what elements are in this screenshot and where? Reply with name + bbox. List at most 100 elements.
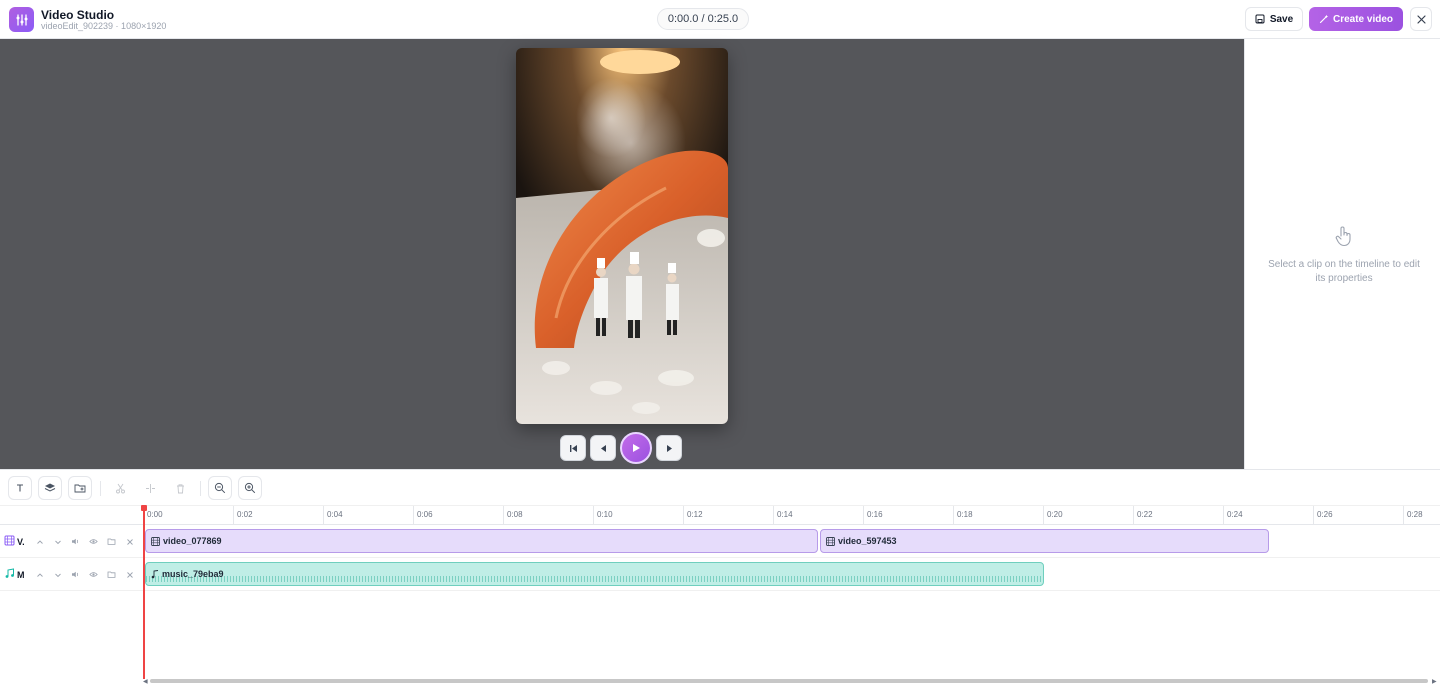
app-logo-icon: [9, 7, 34, 32]
create-video-label: Create video: [1332, 13, 1394, 25]
film-icon: [4, 533, 15, 551]
ruler-tick: 0:02: [233, 506, 253, 525]
scissors-icon: [115, 483, 125, 493]
clip-label: video_597453: [838, 536, 897, 546]
close-button[interactable]: [1410, 7, 1432, 31]
ruler-tick: 0:10: [593, 506, 613, 525]
volume-icon: [72, 538, 79, 545]
properties-panel: Select a clip on the timeline to edit it…: [1244, 39, 1440, 469]
scroll-left-icon[interactable]: ◀: [143, 678, 148, 684]
step-forward-icon: [666, 444, 672, 452]
chevron-down-icon: [54, 540, 61, 544]
volume-icon: [72, 571, 79, 578]
audio-waveform: [146, 576, 1043, 582]
music-track-header: M: [0, 558, 143, 591]
project-subtitle: videoEdit_902239 · 1080×1920: [41, 21, 167, 31]
add-media-button[interactable]: [68, 476, 92, 500]
folder-icon: [107, 571, 116, 578]
ruler-tick: 0:06: [413, 506, 433, 525]
folder-icon: [107, 538, 116, 545]
playback-controls: [560, 432, 682, 464]
app-header: Video Studio videoEdit_902239 · 1080×192…: [0, 0, 1440, 39]
zoom-out-button[interactable]: [208, 476, 232, 500]
skip-to-start-button[interactable]: [560, 435, 586, 461]
zoom-in-button[interactable]: [238, 476, 262, 500]
video-clip[interactable]: video_077869: [145, 529, 818, 553]
clip-label: music_79eba9: [162, 569, 224, 579]
music-note-icon: [151, 569, 159, 578]
track-folder-button[interactable]: [103, 566, 121, 584]
save-button[interactable]: Save: [1245, 7, 1303, 31]
ruler-tick: 0:24: [1223, 506, 1243, 525]
time-display: 0:00.0 / 0:25.0: [657, 8, 749, 30]
timeline-horizontal-scrollbar[interactable]: [150, 679, 1428, 683]
ruler-tick: 0:20: [1043, 506, 1063, 525]
film-icon: [151, 536, 160, 546]
preview-image: [516, 48, 728, 424]
toggle-visibility-button[interactable]: [85, 533, 103, 551]
empty-selection-hint: Select a clip on the timeline to edit it…: [1268, 259, 1420, 284]
add-text-button[interactable]: [8, 476, 32, 500]
split-icon: [145, 483, 155, 493]
playhead[interactable]: [143, 507, 145, 679]
move-track-down-button[interactable]: [49, 533, 67, 551]
mute-track-button[interactable]: [67, 533, 85, 551]
move-track-up-button[interactable]: [31, 533, 49, 551]
play-icon: [633, 444, 640, 452]
mute-track-button[interactable]: [67, 566, 85, 584]
app-title: Video Studio: [41, 8, 115, 22]
step-forward-button[interactable]: [656, 435, 682, 461]
ruler-tick: 0:18: [953, 506, 973, 525]
ruler-tick: 0:08: [503, 506, 523, 525]
remove-track-button[interactable]: [121, 566, 139, 584]
ruler-tick: 0:14: [773, 506, 793, 525]
ruler-tick: 0:26: [1313, 506, 1333, 525]
track-folder-button[interactable]: [103, 533, 121, 551]
play-button[interactable]: [620, 432, 652, 464]
move-track-down-button[interactable]: [49, 566, 67, 584]
toggle-visibility-button[interactable]: [85, 566, 103, 584]
ruler-tick: 0:12: [683, 506, 703, 525]
create-video-button[interactable]: Create video: [1309, 7, 1403, 31]
video-preview-frame: [516, 48, 728, 424]
track-name: V.: [17, 536, 25, 547]
step-back-button[interactable]: [590, 435, 616, 461]
video-track-header: V.: [0, 525, 143, 558]
toolbar-divider: [100, 481, 101, 496]
toolbar-divider: [200, 481, 201, 496]
music-note-icon: [4, 566, 15, 584]
chevron-up-icon: [36, 572, 43, 577]
music-track: M music_79eba9: [0, 558, 1440, 591]
zoom-out-icon: [214, 482, 226, 494]
move-track-up-button[interactable]: [31, 566, 49, 584]
layers-button[interactable]: [38, 476, 62, 500]
film-icon: [826, 536, 835, 546]
close-icon: [1416, 14, 1426, 24]
eye-icon: [89, 539, 98, 544]
video-track: V. video_077869 video_597453: [0, 525, 1440, 558]
trash-icon: [176, 483, 184, 493]
cut-button[interactable]: [108, 476, 132, 500]
magic-wand-icon: [1319, 14, 1329, 24]
timeline-toolbar: [0, 469, 1440, 505]
video-clip[interactable]: video_597453: [820, 529, 1269, 553]
text-icon: [17, 484, 23, 492]
delete-button[interactable]: [168, 476, 192, 500]
chevron-up-icon: [36, 539, 43, 544]
ruler-tick: 0:28: [1403, 506, 1423, 525]
skip-start-icon: [569, 444, 577, 452]
close-icon: [126, 538, 133, 545]
split-button[interactable]: [138, 476, 162, 500]
preview-canvas: [0, 39, 1244, 469]
remove-track-button[interactable]: [121, 533, 139, 551]
save-icon: [1255, 14, 1265, 24]
music-clip[interactable]: music_79eba9: [145, 562, 1044, 586]
timeline-ruler[interactable]: 0:00 0:02 0:04 0:06 0:08 0:10 0:12 0:14 …: [0, 505, 1440, 525]
track-name: M: [17, 569, 25, 580]
ruler-tick: 0:16: [863, 506, 883, 525]
ruler-tick: 0:04: [323, 506, 343, 525]
scroll-right-icon[interactable]: ▶: [1432, 678, 1437, 684]
layers-icon: [44, 483, 56, 492]
zoom-in-icon: [244, 482, 256, 494]
folder-plus-icon: [74, 484, 86, 493]
